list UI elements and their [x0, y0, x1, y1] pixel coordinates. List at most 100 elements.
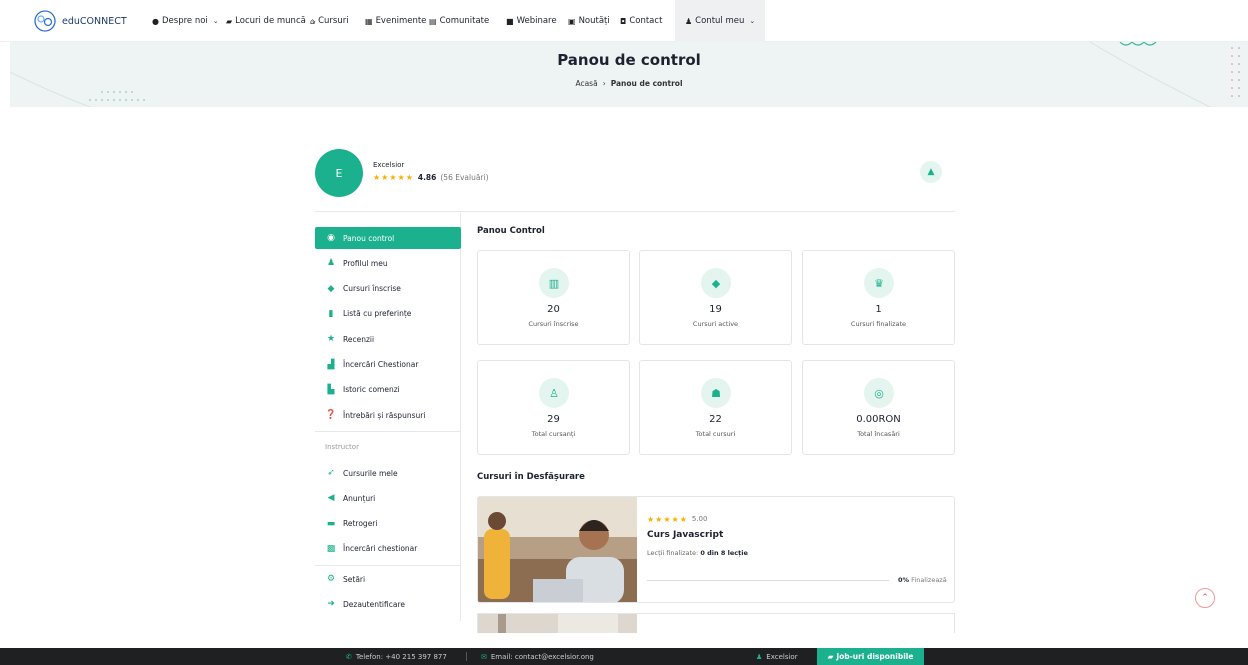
profile-name: Excelsior: [373, 161, 405, 169]
course-card-next[interactable]: [477, 613, 955, 633]
video-icon: ■: [506, 16, 514, 26]
nav-item-community[interactable]: ▤ Comunitate: [429, 0, 506, 42]
stat-card: ☗ 22 Total cursuri: [639, 360, 792, 455]
main-menu: ● Despre noi ⌄ ▰ Locuri de muncă ⌄ ⌂ Cursuri ▦ Ev…: [152, 0, 765, 42]
stat-value: 19: [709, 304, 722, 315]
user-icon: ♟: [756, 652, 763, 661]
course-lessons: Lecții finalizate: 0 din 8 lecție: [647, 549, 748, 557]
course-card[interactable]: ★★★★★ 5.00 Curs Javascript Lecții finali…: [477, 496, 955, 603]
sidebar-item-label: Întrebări și răspunsuri: [343, 410, 426, 420]
course-progress-text: 0% Finalizează: [898, 576, 947, 584]
review-count: (56 Evaluări): [440, 173, 489, 182]
stat-value: 22: [709, 414, 722, 425]
stat-card: ▥ 20 Cursuri înscrise: [477, 250, 630, 345]
briefcase-icon: ▰: [827, 652, 834, 661]
nav-item-label: Comunitate: [439, 16, 490, 26]
bookmark-icon: ▮: [328, 308, 334, 319]
breadcrumb: Acasă › Panou de control: [10, 79, 1248, 88]
course-rating-stars: ★★★★★: [647, 515, 688, 524]
nav-item-news[interactable]: ▣ Noutăți: [568, 0, 620, 42]
sidebar-item-bookmark[interactable]: ▮ Listă cu preferințe: [315, 303, 461, 325]
sidebar-item-qa[interactable]: ❓ Întrebări și răspunsuri: [315, 404, 461, 426]
jobs-available-button[interactable]: ▰ Job-uri disponibile: [817, 648, 924, 665]
sidebar-item-label: Istoric comenzi: [343, 385, 400, 395]
footer-user[interactable]: ♟ Excelsior: [756, 648, 798, 665]
stat-card: ◎ 0.00RON Total încasări: [802, 360, 955, 455]
sidebar-item-label: Profilul meu: [343, 258, 388, 268]
nav-item-info[interactable]: ● Despre noi ⌄: [152, 0, 226, 42]
stat-value: 20: [547, 304, 560, 315]
jobs-available-label: Job-uri disponibile: [836, 652, 914, 661]
sidebar-item-label: Listă cu preferințe: [343, 309, 412, 319]
student-icon: ♙: [539, 378, 569, 408]
course-rating: ★★★★★ 5.00: [647, 515, 707, 524]
sidebar-section-label: Instructor: [325, 443, 359, 451]
megaphone-icon: ◀: [327, 493, 335, 504]
chevron-down-icon: ⌄: [212, 17, 219, 25]
phone-icon: ✆: [346, 652, 352, 661]
footer-user-text: Excelsior: [766, 652, 798, 661]
sidebar-item-question[interactable]: ▩ Încercări chestionar: [315, 538, 461, 560]
breadcrumb-current: Panou de control: [610, 79, 683, 88]
progress-percent: 0%: [898, 576, 910, 584]
top-navbar: eduCONNECT ● Despre noi ⌄ ▰ Locuri de muncă ⌄…: [0, 0, 1248, 42]
graduation-cap-icon: ◆: [327, 283, 335, 294]
footer-bar: ✆ Telefon: +40 215 397 877 ✉ Email: cont…: [0, 648, 1248, 665]
brand-name: eduCONNECT: [62, 15, 127, 27]
stat-label: Total cursanți: [531, 430, 576, 438]
footer-email[interactable]: ✉ Email: contact@excelsior.ong: [481, 648, 594, 665]
stat-card: ◆ 19 Cursuri active: [639, 250, 792, 345]
wallet-icon: ▬: [326, 518, 336, 529]
sidebar-item-label: Panou control: [343, 233, 395, 243]
page-header-banner: Panou de control Acasă › Panou de contro…: [10, 42, 1248, 107]
logout-icon: ➜: [327, 599, 335, 610]
star-icon: ★: [326, 334, 336, 345]
rating-stars: ★★★★★: [373, 173, 414, 182]
sidebar-item-logout[interactable]: ➜ Dezautentificare: [315, 593, 461, 615]
sidebar-item-dashboard[interactable]: ◉ Panou control: [315, 227, 461, 249]
sidebar-item-megaphone[interactable]: ◀ Anunțuri: [315, 487, 461, 509]
sidebar-item-wallet[interactable]: ▬ Retrogeri: [315, 513, 461, 535]
info-icon: ●: [152, 16, 159, 26]
brand-logo[interactable]: eduCONNECT: [33, 9, 127, 33]
graduation-cap-icon: ◆: [701, 268, 731, 298]
sidebar-item-user[interactable]: ♟ Profilul meu: [315, 252, 461, 274]
qa-icon: ❓: [325, 410, 337, 421]
nav-item-label: Contact: [629, 16, 663, 26]
breadcrumb-home[interactable]: Acasă: [575, 79, 597, 88]
chevron-down-icon: ⌄: [749, 17, 756, 25]
course-rating-value: 5.00: [691, 515, 708, 523]
profile-header: E Excelsior ★★★★★ 4.86 (56 Evaluări) ▲: [315, 147, 955, 212]
stat-value: 0.00RON: [856, 414, 901, 425]
nav-item-chalkboard[interactable]: ⌂ Cursuri: [310, 0, 365, 42]
sidebar-divider: [315, 431, 461, 432]
footer-phone-text: Telefon: +40 215 397 877: [355, 652, 447, 661]
nav-item-label: Noutăți: [578, 16, 610, 26]
stat-card: ♙ 29 Total cursanți: [477, 360, 630, 455]
nav-item-label: Cursuri: [318, 16, 349, 26]
sidebar-item-sitemap[interactable]: ▟ Încercări Chestionar: [315, 354, 461, 376]
nav-item-user-cog[interactable]: ♟ Contul meu ⌄: [675, 0, 765, 42]
stat-label: Cursuri active: [692, 320, 739, 328]
in-progress-title: Cursuri în Desfășurare: [477, 472, 585, 482]
nav-item-calendar[interactable]: ▦ Evenimente: [365, 0, 429, 42]
course-title[interactable]: Curs Javascript: [647, 530, 723, 540]
sidebar-item-rocket[interactable]: ➶ Cursurile mele: [315, 462, 461, 484]
sidebar-item-graduation-cap[interactable]: ◆ Cursuri înscrise: [315, 278, 461, 300]
dashboard-icon: ◉: [327, 233, 335, 243]
sidebar-item-gear[interactable]: ⚙ Setări: [315, 568, 461, 590]
trophy-icon: ♛: [864, 268, 894, 298]
coins-icon: ◎: [864, 378, 894, 408]
nav-item-contact[interactable]: ◘ Contact: [620, 0, 675, 42]
nav-item-briefcase[interactable]: ▰ Locuri de muncă ⌄: [226, 0, 317, 42]
footer-phone[interactable]: ✆ Telefon: +40 215 397 877: [346, 648, 447, 665]
sidebar-item-cart[interactable]: ▙ Istoric comenzi: [315, 379, 461, 401]
nav-item-label: Webinare: [516, 16, 557, 26]
dashboard-title: Panou Control: [477, 226, 545, 236]
question-icon: ▩: [326, 543, 336, 554]
scroll-to-top-button[interactable]: ⌃: [1195, 588, 1215, 608]
nav-item-video[interactable]: ■ Webinare: [506, 0, 568, 42]
bell-icon[interactable]: ▲: [920, 161, 942, 183]
sidebar-item-star[interactable]: ★ Recenzii: [315, 328, 461, 350]
progress-label: Finalizează: [911, 576, 947, 584]
